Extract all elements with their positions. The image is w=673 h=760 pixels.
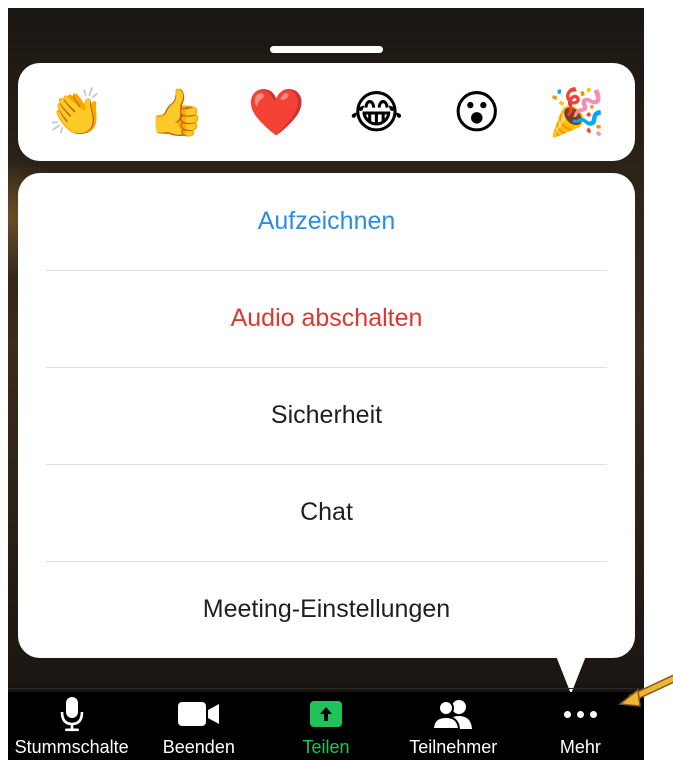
video-camera-icon: [177, 695, 221, 733]
toolbar-divider: [8, 688, 644, 689]
participants-button[interactable]: Teilnehmer: [390, 692, 517, 760]
share-arrow-icon: [310, 695, 342, 733]
participants-icon: [432, 695, 474, 733]
more-label: Mehr: [559, 737, 601, 757]
clap-emoji[interactable]: 👏: [44, 89, 108, 135]
participants-label: Teilnehmer: [409, 737, 498, 757]
mute-audio-menu-item[interactable]: Audio abschalten: [18, 270, 635, 367]
mute-button[interactable]: Stummschalte: [8, 692, 135, 760]
sheet-drag-handle[interactable]: [270, 46, 383, 53]
tears-of-joy-emoji[interactable]: 😂: [345, 89, 409, 135]
pointer-arrow-icon: [618, 674, 673, 707]
party-popper-emoji[interactable]: 🎉: [545, 89, 609, 135]
thumbs-up-emoji[interactable]: 👍: [144, 89, 208, 135]
record-menu-item[interactable]: Aufzeichnen: [18, 173, 635, 270]
heart-emoji[interactable]: ❤️: [244, 89, 308, 135]
meeting-screen: 👏 👍 ❤️ 😂 😮 🎉 Aufzeichnen Audio abschalte…: [8, 8, 644, 760]
chat-menu-item[interactable]: Chat: [18, 464, 635, 561]
meeting-toolbar: Stummschalte Beenden Teilen Teilnehmer M…: [8, 692, 644, 760]
microphone-icon: [59, 695, 85, 733]
reactions-bar: 👏 👍 ❤️ 😂 😮 🎉: [18, 63, 635, 161]
more-dots-icon: [563, 695, 597, 733]
surprised-emoji[interactable]: 😮: [445, 89, 509, 135]
stop-video-label: Beenden: [162, 737, 235, 757]
stop-video-button[interactable]: Beenden: [135, 692, 262, 760]
share-button[interactable]: Teilen: [262, 692, 389, 760]
share-label: Teilen: [302, 737, 350, 757]
more-menu: Aufzeichnen Audio abschalten Sicherheit …: [18, 173, 635, 658]
meeting-settings-menu-item[interactable]: Meeting-Einstellungen: [18, 561, 635, 658]
mute-label: Stummschalte: [14, 737, 129, 757]
security-menu-item[interactable]: Sicherheit: [18, 367, 635, 464]
